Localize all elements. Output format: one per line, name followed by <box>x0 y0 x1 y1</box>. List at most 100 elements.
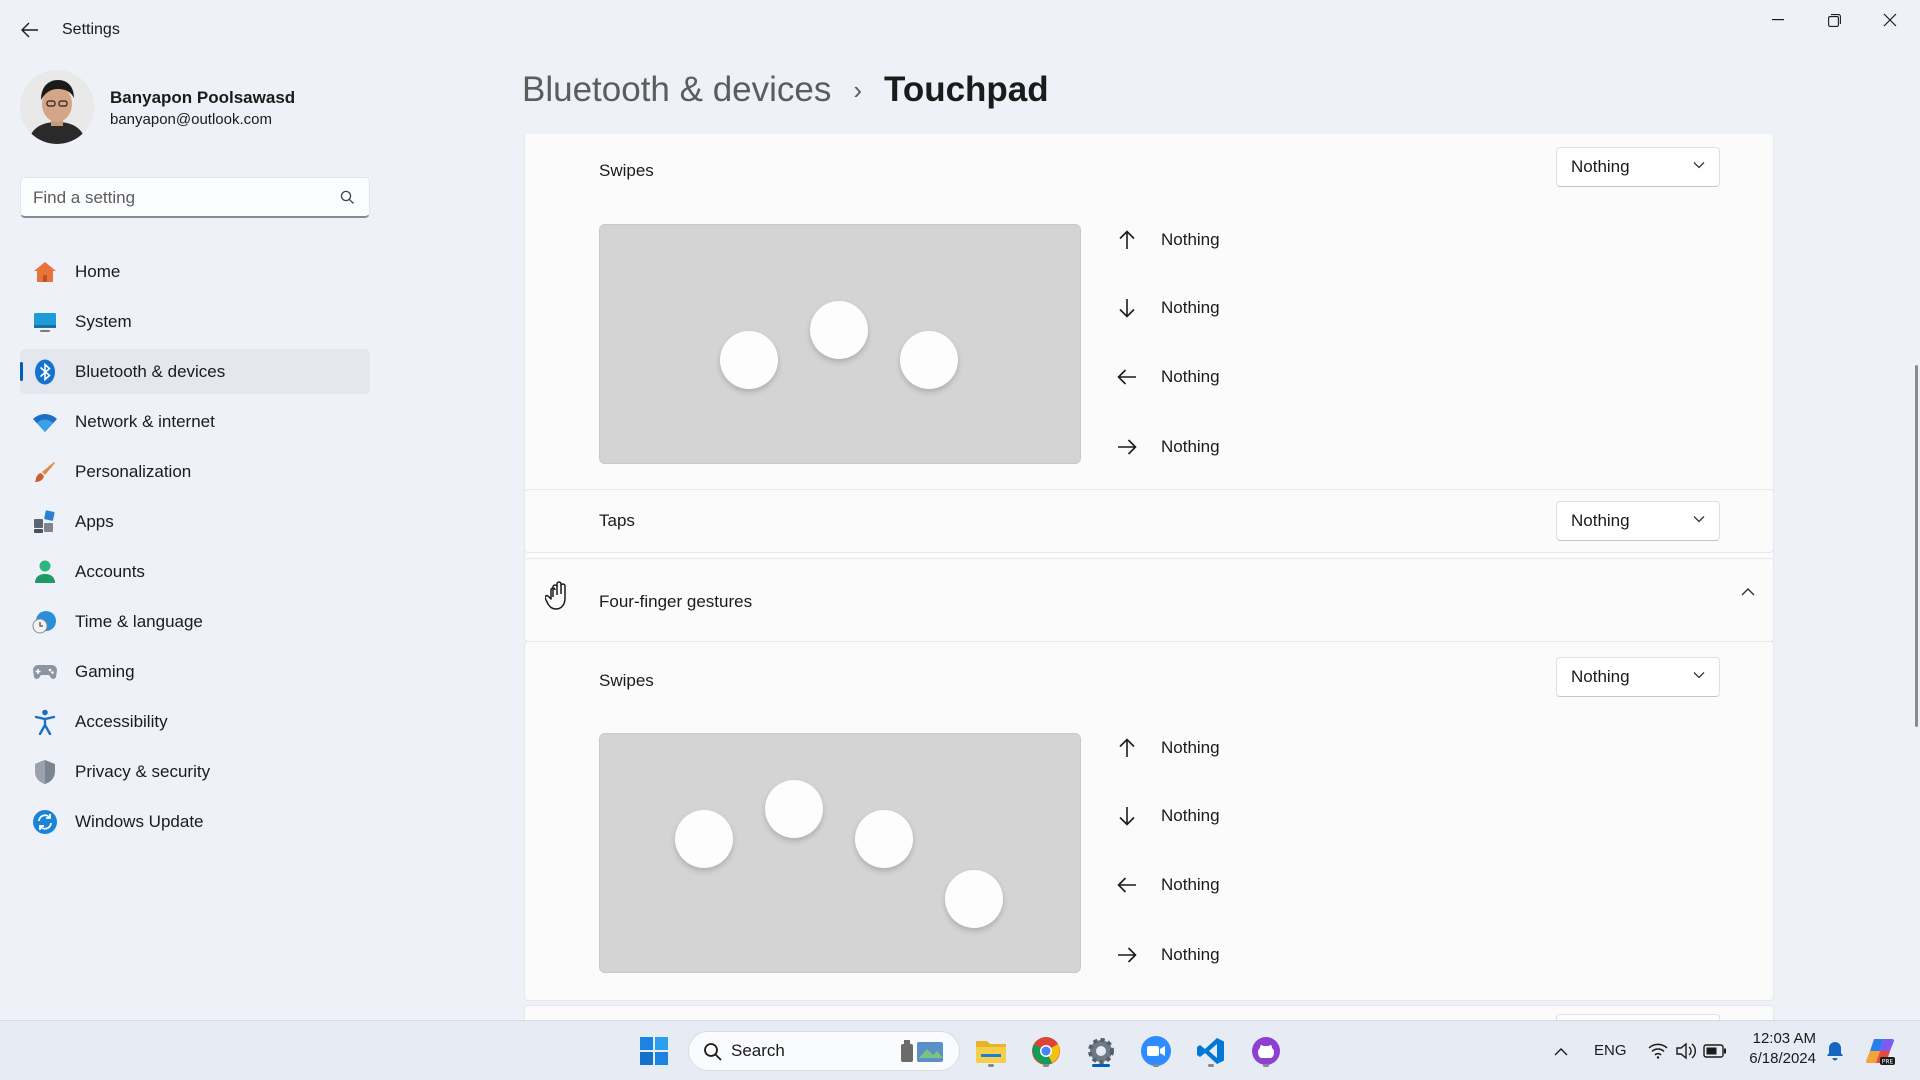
update-icon <box>32 809 58 835</box>
three-finger-swipes-dropdown[interactable]: Nothing <box>1556 147 1720 187</box>
clock-date: 6/18/2024 <box>1749 1050 1816 1067</box>
user-name: Banyapon Poolsawasd <box>110 88 296 107</box>
swipe-left-row: Nothing <box>1115 362 1220 392</box>
file-explorer-button[interactable] <box>971 1031 1011 1071</box>
title-bar: Settings <box>0 0 1920 60</box>
sidebar-item-network[interactable]: Network & internet <box>20 399 370 444</box>
settings-icon <box>1088 1038 1114 1064</box>
arrow-left-icon <box>1115 873 1139 897</box>
settings-app-button[interactable] <box>1081 1031 1121 1071</box>
start-button[interactable] <box>634 1031 674 1071</box>
four-finger-gestures-header[interactable]: Four-finger gestures <box>524 558 1774 642</box>
sidebar-item-label: Accessibility <box>75 712 168 731</box>
swipe-down-value: Nothing <box>1161 298 1220 317</box>
svg-text:PRE: PRE <box>1882 1059 1894 1066</box>
running-indicator <box>1043 1064 1049 1067</box>
avatar[interactable] <box>20 70 94 144</box>
bluetooth-icon <box>32 359 58 385</box>
chevron-down-icon <box>1693 672 1705 679</box>
zoom-button[interactable] <box>1136 1031 1176 1071</box>
notifications-button[interactable] <box>1815 1031 1855 1071</box>
github-desktop-icon <box>1252 1037 1280 1065</box>
start-icon <box>640 1037 668 1065</box>
sidebar-item-windows-update[interactable]: Windows Update <box>20 799 370 844</box>
sidebar-item-time-language[interactable]: Time & language <box>20 599 370 644</box>
breadcrumb-parent[interactable]: Bluetooth & devices <box>522 70 831 110</box>
swipe-right-value: Nothing <box>1161 437 1220 456</box>
chevron-down-icon <box>1693 162 1705 169</box>
chevron-down-icon <box>1693 516 1705 523</box>
sidebar-item-accounts[interactable]: Accounts <box>20 549 370 594</box>
sidebar-item-bluetooth-devices[interactable]: Bluetooth & devices <box>20 349 370 394</box>
system-icon <box>32 309 58 335</box>
finger-dot <box>675 810 733 868</box>
three-finger-gesture-illustration <box>599 224 1081 464</box>
vscode-button[interactable] <box>1191 1031 1231 1071</box>
swipe-right-value: Nothing <box>1161 945 1220 964</box>
chrome-button[interactable] <box>1026 1031 1066 1071</box>
battery-status[interactable] <box>1695 1031 1735 1071</box>
arrow-left-icon <box>1115 365 1139 389</box>
page-title: Touchpad <box>884 70 1049 109</box>
sidebar-item-personalization[interactable]: Personalization <box>20 449 370 494</box>
minimize-icon <box>1772 19 1784 21</box>
language-indicator[interactable]: ENG <box>1594 1042 1627 1059</box>
arrow-down-icon <box>1115 296 1139 320</box>
close-icon <box>1883 13 1897 27</box>
arrow-right-icon <box>1115 943 1139 967</box>
arrow-up-icon <box>1115 736 1139 760</box>
sidebar-item-label: Privacy & security <box>75 762 211 781</box>
settings-search[interactable] <box>20 177 370 218</box>
active-indicator <box>1092 1064 1110 1067</box>
arrow-left-icon <box>21 22 38 38</box>
sidebar-item-label: Home <box>75 262 121 281</box>
chevron-up-icon[interactable] <box>1741 587 1755 596</box>
minimize-button[interactable] <box>1750 4 1806 36</box>
four-finger-gestures-title: Four-finger gestures <box>599 592 753 611</box>
close-button[interactable] <box>1862 4 1918 36</box>
scrollbar-thumb[interactable] <box>1915 365 1918 727</box>
four-finger-swipes-dropdown[interactable]: Nothing <box>1556 657 1720 697</box>
clock[interactable]: 12:03 AM 6/18/2024 <box>1738 1030 1816 1067</box>
github-desktop-button[interactable] <box>1246 1031 1286 1071</box>
swipe-left-row: Nothing <box>1115 870 1220 900</box>
restore-button[interactable] <box>1806 4 1862 36</box>
back-button[interactable] <box>14 16 46 44</box>
sidebar-item-label: Personalization <box>75 462 192 481</box>
arrow-down-icon <box>1115 804 1139 828</box>
search-icon <box>340 190 354 204</box>
swipe-right-row: Nothing <box>1115 432 1220 462</box>
vscode-icon <box>1197 1038 1224 1064</box>
show-hidden-icons-button[interactable] <box>1541 1031 1581 1071</box>
sidebar-item-gaming[interactable]: Gaming <box>20 649 370 694</box>
swipe-right-row: Nothing <box>1115 940 1220 970</box>
taskbar: Search ENG 12:03 AM 6/18/2024 PRE <box>0 1020 1920 1080</box>
sidebar-item-label: Windows Update <box>75 812 204 831</box>
three-finger-taps-dropdown[interactable]: Nothing <box>1556 501 1720 541</box>
finger-dot <box>900 331 958 389</box>
sidebar-item-label: Gaming <box>75 662 135 681</box>
gamepad-icon <box>32 659 58 685</box>
swipes-label: Swipes <box>599 161 654 180</box>
finger-dot <box>855 810 913 868</box>
sidebar-item-accessibility[interactable]: Accessibility <box>20 699 370 744</box>
breadcrumb: Bluetooth & devices › Touchpad <box>522 70 1049 110</box>
sidebar-item-home[interactable]: Home <box>20 249 370 294</box>
volume-icon <box>1676 1042 1696 1060</box>
content-area: Swipes Nothing Nothing Nothing Nothing N… <box>524 134 1774 1020</box>
finger-dot <box>720 331 778 389</box>
running-indicator <box>1208 1064 1214 1067</box>
swipe-left-value: Nothing <box>1161 875 1220 894</box>
sidebar-item-system[interactable]: System <box>20 299 370 344</box>
wifi-icon <box>1648 1043 1668 1059</box>
brush-icon <box>32 459 58 485</box>
swipe-up-row: Nothing <box>1115 225 1220 255</box>
dropdown-value: Nothing <box>1571 157 1630 176</box>
dropdown-value: Nothing <box>1571 511 1630 530</box>
taskbar-search[interactable]: Search <box>688 1031 960 1071</box>
sidebar-item-privacy-security[interactable]: Privacy & security <box>20 749 370 794</box>
sidebar-item-apps[interactable]: Apps <box>20 499 370 544</box>
search-input[interactable] <box>33 186 333 210</box>
taskbar-search-label: Search <box>731 1041 785 1060</box>
copilot-button[interactable]: PRE <box>1860 1031 1900 1071</box>
